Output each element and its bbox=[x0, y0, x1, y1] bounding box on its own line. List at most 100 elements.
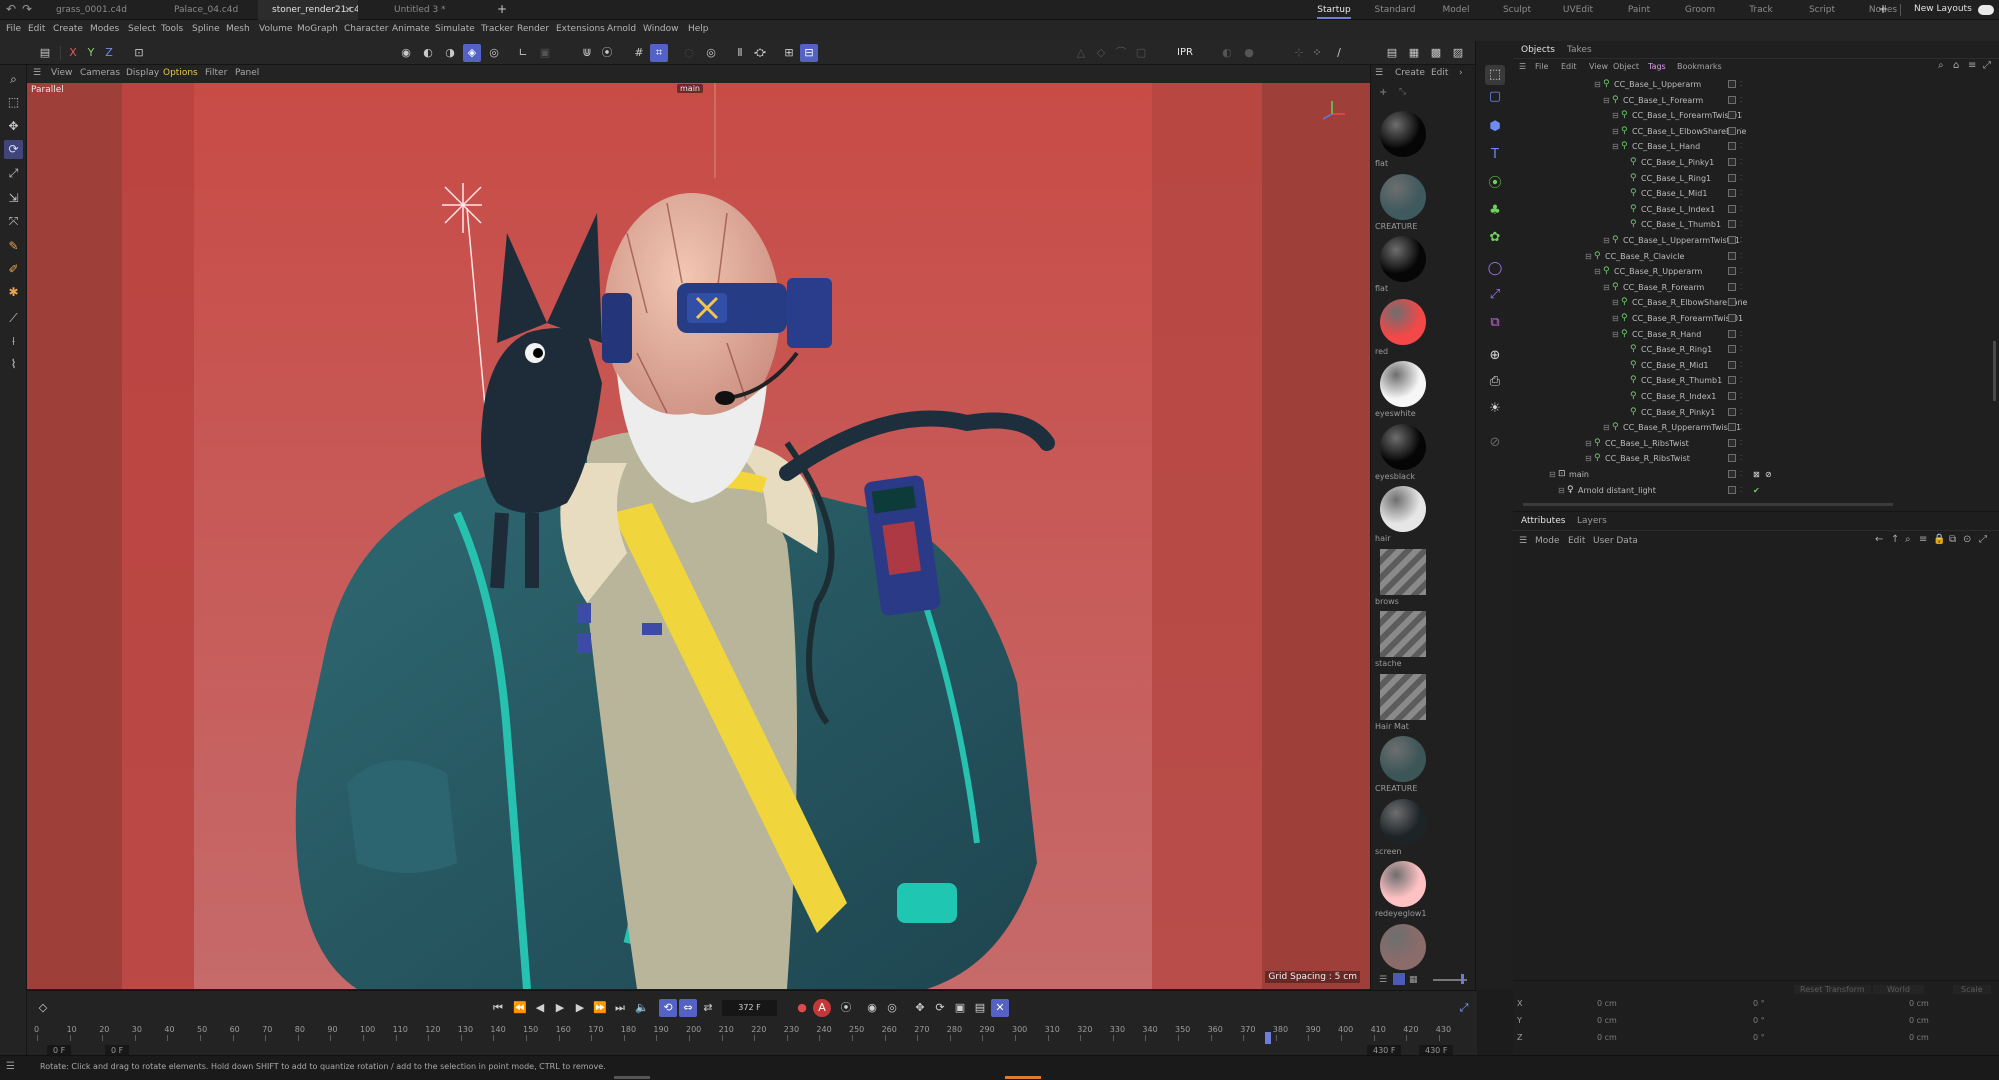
layout-tab[interactable]: Paint bbox=[1610, 0, 1668, 20]
new-window-icon[interactable]: ⧉ bbox=[1949, 534, 1956, 545]
render-visibility-dots[interactable]: ⁚ bbox=[1740, 342, 1742, 357]
magnet-icon[interactable]: ⋓ bbox=[578, 44, 596, 62]
axis-x-toggle[interactable]: X bbox=[64, 44, 82, 62]
material-menu-more-icon[interactable]: › bbox=[1459, 68, 1463, 78]
record-pos-icon[interactable]: ◉ bbox=[863, 999, 881, 1017]
menu-item[interactable]: Window bbox=[643, 24, 679, 34]
paint-a-icon[interactable]: ⊹ bbox=[1290, 44, 1308, 62]
visibility-checkbox[interactable] bbox=[1728, 220, 1736, 229]
render-icon[interactable]: ◐ bbox=[419, 44, 437, 62]
paint-b-icon[interactable]: ⁘ bbox=[1308, 44, 1326, 62]
live-selection-icon[interactable]: ⬚ bbox=[4, 93, 23, 112]
rotation-field[interactable]: 0 ° bbox=[1753, 999, 1765, 1008]
object-row[interactable]: ⊟ ⚲ CC_Base_R_ForearmTwist01 ⁚ bbox=[1513, 311, 1999, 326]
horizontal-scrollbar[interactable] bbox=[1523, 503, 1893, 506]
material-swatch[interactable]: flat bbox=[1373, 236, 1428, 298]
record-rot-icon[interactable]: ◎ bbox=[883, 999, 901, 1017]
object-menu-item[interactable]: Object bbox=[1613, 62, 1639, 71]
visibility-checkbox[interactable] bbox=[1728, 314, 1736, 322]
workplane-icon[interactable]: ▣ bbox=[536, 44, 554, 62]
menu-item[interactable]: Animate bbox=[392, 24, 430, 34]
clapboard-icon[interactable]: ▤ bbox=[36, 44, 54, 62]
search-icon[interactable]: ⌕ bbox=[4, 70, 23, 89]
material-menu-create[interactable]: Create bbox=[1395, 68, 1425, 78]
more-icon[interactable]: ⊙ bbox=[1963, 534, 1971, 545]
redo-icon[interactable]: ↷ bbox=[22, 2, 32, 16]
filter-icon[interactable]: ≡ bbox=[1919, 534, 1927, 545]
attr-menu-edit[interactable]: Edit bbox=[1568, 536, 1585, 546]
lock-icon[interactable]: 🔒 bbox=[1933, 534, 1945, 545]
subdivision-icon[interactable]: ⦿ bbox=[1485, 174, 1505, 194]
material-swatch[interactable]: Hair Mat bbox=[1373, 673, 1428, 736]
render-visibility-dots[interactable]: ⁚ bbox=[1740, 483, 1742, 498]
viewport-menu-item[interactable]: Display bbox=[126, 68, 159, 78]
render-visibility-dots[interactable]: ⁚ bbox=[1740, 217, 1742, 232]
viewport-menu-item[interactable]: Cameras bbox=[80, 68, 120, 78]
record-scale-icon[interactable]: ✥ bbox=[911, 999, 929, 1017]
next-frame-icon[interactable]: ▶ bbox=[571, 999, 589, 1017]
scene-icon[interactable]: ⤢ bbox=[1485, 285, 1505, 305]
layout-tab[interactable]: Model bbox=[1427, 0, 1485, 20]
menu-item[interactable]: Edit bbox=[28, 24, 45, 34]
menu-item[interactable]: Tracker bbox=[481, 24, 513, 34]
tab-layers[interactable]: Layers bbox=[1577, 516, 1607, 526]
deformer-icon[interactable]: ✿ bbox=[1485, 228, 1505, 248]
menu-item[interactable]: Spline bbox=[192, 24, 220, 34]
render-visibility-dots[interactable]: ⁚ bbox=[1740, 389, 1742, 404]
object-row[interactable]: ⊟ ⚲ CC_Base_R_Upperarm ⁚ bbox=[1513, 264, 1999, 279]
search-icon[interactable]: ⌕ bbox=[1938, 60, 1944, 71]
object-row[interactable]: ⚲ CC_Base_L_Mid1 ⁚ bbox=[1513, 186, 1999, 201]
visibility-checkbox[interactable] bbox=[1728, 345, 1736, 354]
object-axis-icon[interactable]: ⤧ bbox=[4, 212, 23, 231]
3d-viewport[interactable]: Parallel main Grid Spacing : 5 cm bbox=[27, 83, 1370, 989]
tab-attributes[interactable]: Attributes bbox=[1521, 516, 1565, 526]
object-row[interactable]: ⊟ ⚲ CC_Base_L_RibsTwist ⁚ bbox=[1513, 436, 1999, 451]
grid-view-icon[interactable] bbox=[1393, 973, 1405, 985]
visibility-checkbox[interactable] bbox=[1728, 251, 1736, 260]
visibility-checkbox[interactable] bbox=[1728, 95, 1736, 104]
document-tab[interactable]: grass_0001.c4d * bbox=[42, 0, 142, 20]
visibility-checkbox[interactable] bbox=[1728, 282, 1736, 291]
coordinate-system-icon[interactable]: ⊡ bbox=[130, 44, 148, 62]
object-row[interactable]: ⚲ CC_Base_L_Pinky1 ⁚ bbox=[1513, 155, 1999, 170]
render-visibility-dots[interactable]: ⁚ bbox=[1740, 451, 1742, 466]
loop-cut-icon[interactable]: ⟊ bbox=[4, 332, 23, 351]
layout-tab[interactable]: Groom bbox=[1671, 0, 1729, 20]
render-queue-icon[interactable]: ▦ bbox=[1405, 44, 1423, 62]
material-swatch[interactable]: brows bbox=[1373, 548, 1428, 611]
rotation-field[interactable]: 0 ° bbox=[1753, 1016, 1765, 1025]
render-visibility-dots[interactable]: ⁚ bbox=[1740, 280, 1742, 295]
world-dropdown[interactable]: World bbox=[1873, 985, 1924, 994]
material-swatch[interactable]: eyeswhite bbox=[1373, 361, 1428, 423]
material-tool-icon[interactable]: ⤡ bbox=[1399, 87, 1406, 97]
camera-name-tag[interactable]: main bbox=[677, 84, 703, 93]
tweak-icon[interactable]: ✕ bbox=[991, 999, 1009, 1017]
previous-key-icon[interactable]: ⏪ bbox=[511, 999, 529, 1017]
camera-tag-icon[interactable]: ⊠ bbox=[1753, 467, 1760, 482]
object-menu-item[interactable]: Edit bbox=[1561, 62, 1577, 71]
clapboard-b-icon[interactable]: ▤ bbox=[1383, 44, 1401, 62]
viewport-menu-item[interactable]: Options bbox=[163, 68, 198, 78]
object-menu-item[interactable]: View bbox=[1589, 62, 1608, 71]
light-icon[interactable]: ☀ bbox=[1485, 399, 1505, 419]
disabled-tool-icon[interactable]: ⊘ bbox=[1485, 433, 1505, 453]
render-visibility-dots[interactable]: ⁚ bbox=[1740, 358, 1742, 373]
preview-range-icon[interactable]: ⇔ bbox=[679, 999, 697, 1017]
object-mode-icon[interactable]: ⬚ bbox=[1485, 65, 1505, 85]
viewport-menu-item[interactable]: Filter bbox=[205, 68, 227, 78]
visibility-checkbox[interactable] bbox=[1728, 329, 1736, 338]
visibility-checkbox[interactable] bbox=[1728, 407, 1736, 416]
visibility-checkbox[interactable] bbox=[1728, 423, 1736, 432]
layout-tab[interactable]: Standard bbox=[1366, 0, 1424, 20]
scale-icon[interactable]: ⤢ bbox=[4, 164, 23, 183]
attribute-menu-icon[interactable]: ☰ bbox=[1519, 536, 1527, 546]
visibility-checkbox[interactable] bbox=[1728, 189, 1736, 198]
render-view-icon[interactable]: ◉ bbox=[397, 44, 415, 62]
go-to-start-icon[interactable]: ⏮ bbox=[489, 999, 507, 1017]
visibility-checkbox[interactable] bbox=[1728, 173, 1736, 182]
tab-objects[interactable]: Objects bbox=[1521, 45, 1555, 55]
render-visibility-dots[interactable]: ⁚ bbox=[1740, 186, 1742, 201]
object-row[interactable]: ⊟ ⚲ CC_Base_R_ElbowShareBone ⁚ bbox=[1513, 295, 1999, 310]
size-field[interactable]: 0 cm bbox=[1909, 999, 1929, 1008]
spline-draw-icon[interactable]: ✐ bbox=[4, 260, 23, 279]
